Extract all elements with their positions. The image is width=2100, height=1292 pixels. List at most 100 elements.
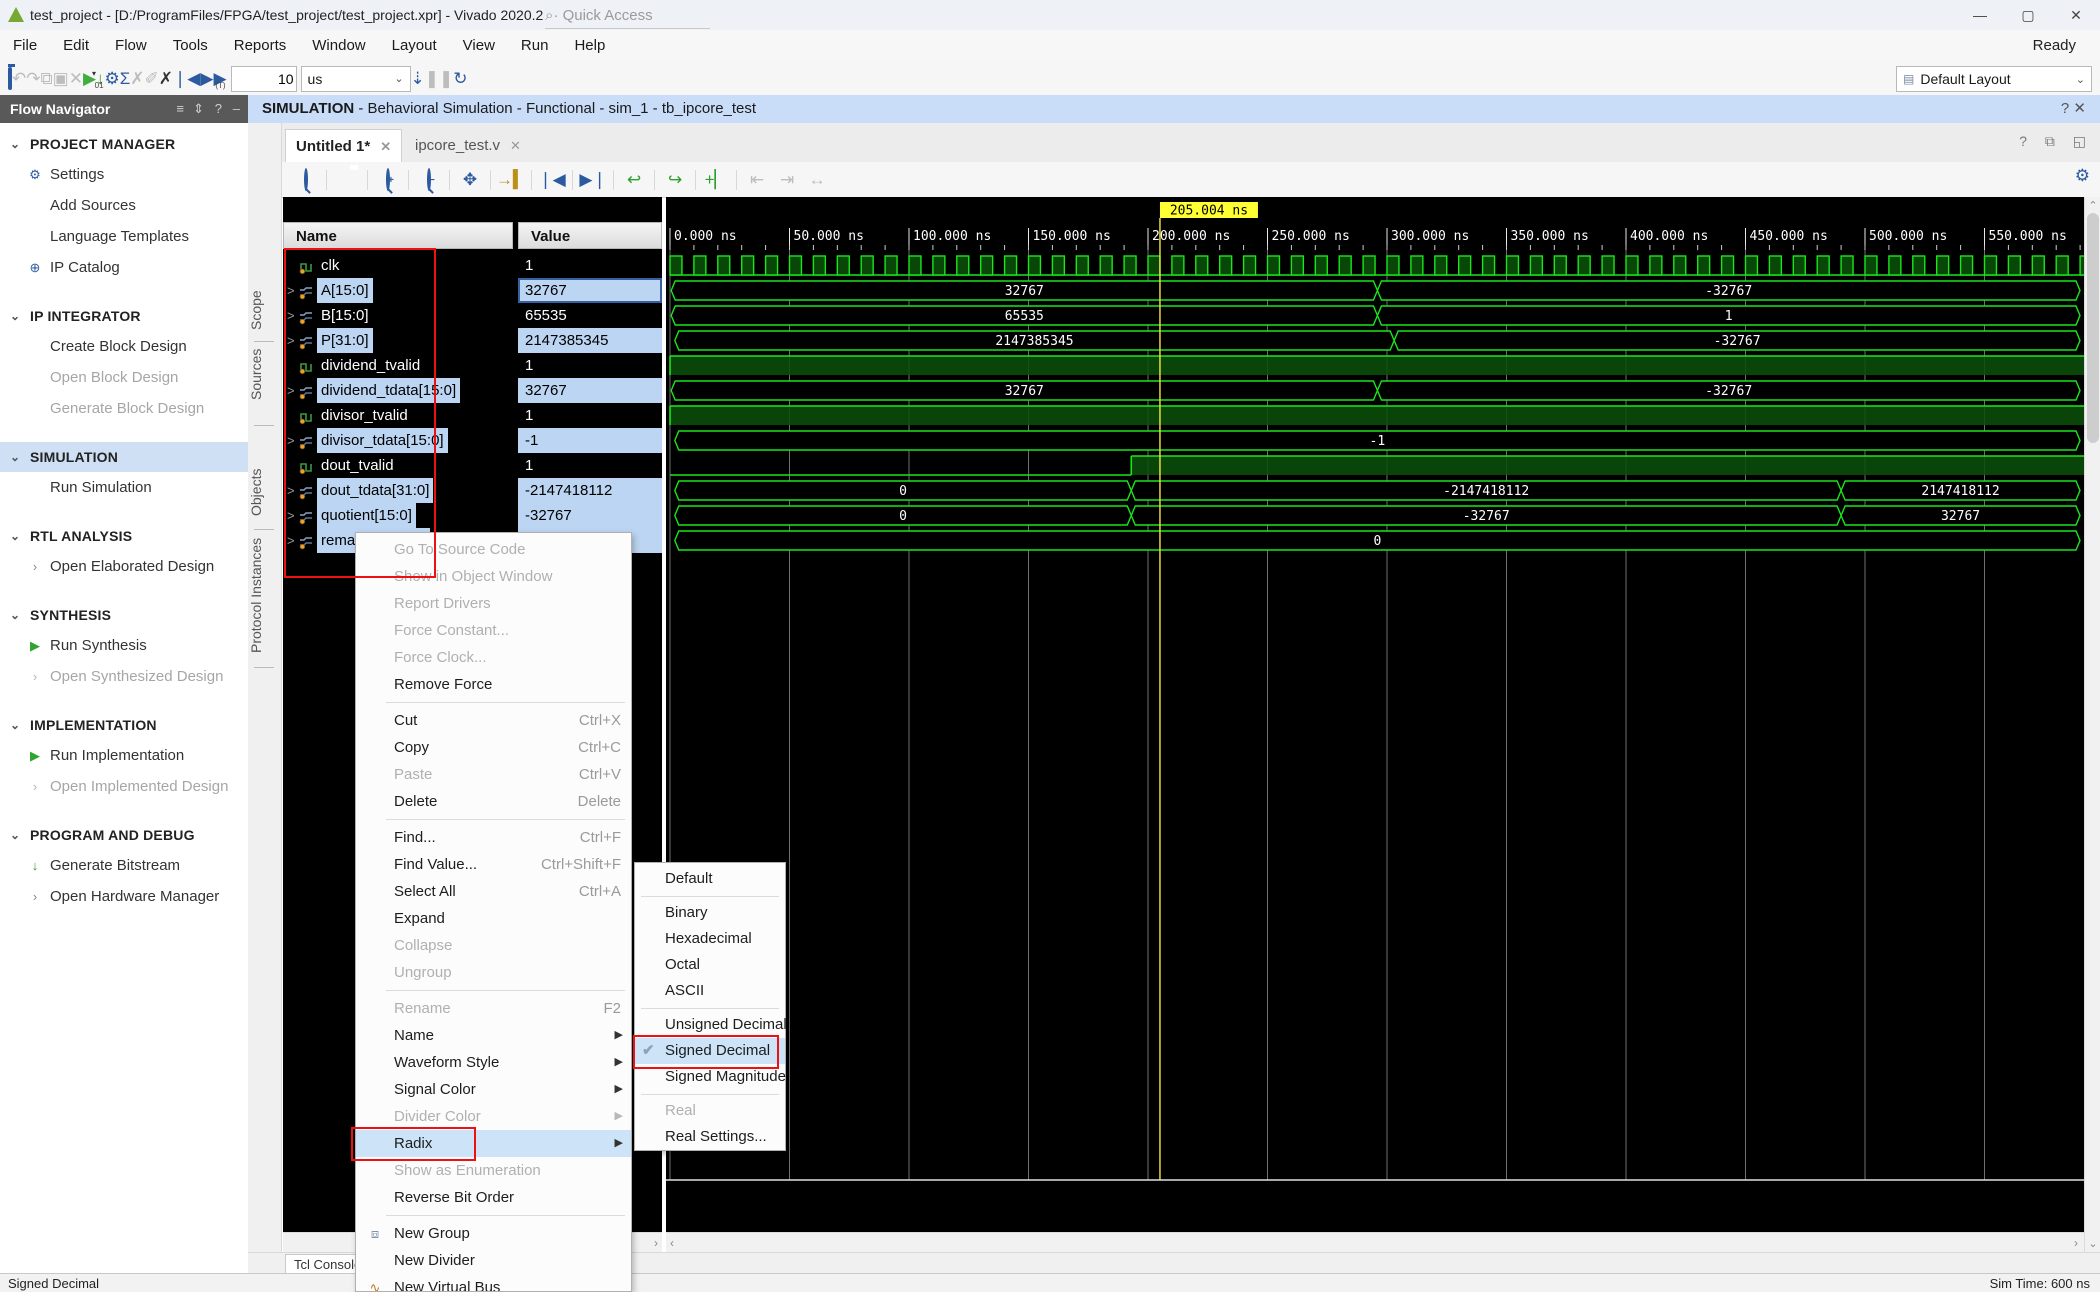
expand-collapse-icon[interactable]: ⇕	[193, 95, 204, 123]
menu-item-unsigned-decimal[interactable]: Unsigned Decimal	[635, 1012, 785, 1038]
break-icon[interactable]: ✗	[130, 69, 144, 88]
go-to-time-zero-icon[interactable]: ❘◀	[537, 165, 567, 194]
signal-value[interactable]: -2147418112	[518, 478, 662, 503]
swap-cursor-left-icon[interactable]: ⇤	[742, 165, 772, 194]
flow-section-ip-integrator[interactable]: ⌄IP INTEGRATOR	[0, 301, 248, 331]
help-icon[interactable]: ?	[2019, 133, 2027, 149]
expand-chevron-icon[interactable]: >	[287, 478, 295, 503]
flow-item-generate-bitstream[interactable]: ↓Generate Bitstream	[0, 850, 248, 881]
float-window-icon[interactable]: ⧉	[2045, 133, 2055, 149]
name-column-header[interactable]: Name	[283, 222, 513, 249]
tab-ipcore-test-v[interactable]: ipcore_test.v✕	[405, 129, 531, 162]
scroll-right-icon[interactable]: ›	[2074, 1233, 2078, 1253]
menu-item-new-group[interactable]: New Group⧈	[356, 1220, 631, 1247]
zoom-fit-icon[interactable]: ✥	[455, 165, 485, 194]
expand-chevron-icon[interactable]: >	[287, 278, 295, 303]
flow-item-open-elaborated-design[interactable]: ›Open Elaborated Design	[0, 551, 248, 582]
side-tab-protocol-instances[interactable]: Protocol Instances	[248, 535, 281, 655]
relaunch-icon[interactable]: ↻	[453, 69, 467, 88]
panel-close-icon[interactable]: ✕	[2073, 100, 2086, 117]
add-marker-icon[interactable]: +▏	[701, 165, 731, 194]
signal-name[interactable]: dout_tdata[31:0]	[317, 478, 433, 503]
zoom-out-icon[interactable]: −	[414, 165, 444, 194]
search-icon[interactable]	[291, 165, 321, 194]
step-icon[interactable]: ⇣	[411, 69, 425, 88]
menu-layout[interactable]: Layout	[379, 30, 450, 62]
menu-reports[interactable]: Reports	[221, 30, 300, 62]
close-tab-icon[interactable]: ✕	[510, 138, 521, 153]
span-markers-icon[interactable]: ↔	[802, 165, 832, 194]
flow-section-simulation[interactable]: ⌄SIMULATION	[0, 442, 248, 472]
signal-value[interactable]: -32767	[518, 503, 662, 528]
flow-item-settings[interactable]: ⚙Settings	[0, 159, 248, 190]
signal-value[interactable]: 1	[518, 253, 662, 278]
zoom-to-cursor-icon[interactable]: →▍	[496, 165, 526, 194]
expand-chevron-icon[interactable]: >	[287, 378, 295, 403]
menu-tools[interactable]: Tools	[160, 30, 221, 62]
close-tab-icon[interactable]: ✕	[380, 139, 391, 154]
signal-row-divisor-tdata[interactable]: >divisor_tdata[15:0]-1	[283, 428, 662, 453]
previous-transition-icon[interactable]: ↩	[619, 165, 649, 194]
save-waveform-icon[interactable]	[332, 165, 362, 194]
menu-item-hexadecimal[interactable]: Hexadecimal	[635, 926, 785, 952]
expand-chevron-icon[interactable]: >	[287, 528, 295, 553]
signal-name[interactable]: dividend_tdata[15:0]	[317, 378, 460, 403]
scroll-down-icon[interactable]: ⌄	[2085, 1237, 2100, 1250]
flow-item-generate-block-design[interactable]: Generate Block Design	[0, 393, 248, 424]
expand-chevron-icon[interactable]: >	[287, 503, 295, 528]
close-button[interactable]: ✕	[2052, 0, 2100, 30]
restart-icon[interactable]: ❘◀	[173, 69, 200, 88]
zoom-in-icon[interactable]: +	[373, 165, 403, 194]
menu-item-delete[interactable]: DeleteDelete	[356, 788, 631, 815]
run-time-input[interactable]	[231, 66, 297, 92]
signal-row-clk[interactable]: clk1	[283, 253, 662, 278]
signal-row-P[interactable]: >P[31:0]2147385345	[283, 328, 662, 353]
delete-icon[interactable]: ✕	[69, 69, 83, 88]
expand-chevron-icon[interactable]: >	[287, 328, 295, 353]
copy-icon[interactable]: ⧉	[41, 69, 53, 88]
menu-flow[interactable]: Flow	[102, 30, 160, 62]
signal-value[interactable]: 65535	[518, 303, 662, 328]
waveform-plot-area[interactable]: 0.000 ns50.000 ns100.000 ns150.000 ns200…	[666, 197, 2084, 1252]
time-unit-select[interactable]: us⌄	[301, 66, 411, 92]
signal-name[interactable]: B[15:0]	[317, 303, 373, 328]
menu-item-new-divider[interactable]: New Divider	[356, 1247, 631, 1274]
signal-value[interactable]: 2147385345	[518, 328, 662, 353]
scrollbar-thumb[interactable]	[2087, 213, 2099, 443]
scroll-right-icon[interactable]: ›	[654, 1233, 658, 1253]
signal-value[interactable]: 32767	[518, 278, 662, 303]
flow-section-synthesis[interactable]: ⌄SYNTHESIS	[0, 600, 248, 630]
signal-row-divisor-tvalid[interactable]: divisor_tvalid1	[283, 403, 662, 428]
menu-item-radix[interactable]: Radix▶	[356, 1130, 631, 1157]
flow-item-open-hardware-manager[interactable]: ›Open Hardware Manager	[0, 881, 248, 912]
signal-row-dout-tdata[interactable]: > dout_tdata[31:0] -2147418112	[283, 478, 662, 503]
flow-item-create-block-design[interactable]: Create Block Design	[0, 331, 248, 362]
minimize-panel-icon[interactable]: –	[233, 95, 240, 123]
flow-section-implementation[interactable]: ⌄IMPLEMENTATION	[0, 710, 248, 740]
signal-row-quotient[interactable]: >quotient[15:0]-32767	[283, 503, 662, 528]
expand-chevron-icon[interactable]: >	[287, 428, 295, 453]
signal-name[interactable]: dout_tvalid	[317, 453, 398, 478]
flow-item-run-synthesis[interactable]: ▶Run Synthesis	[0, 630, 248, 661]
generate-bitstream-icon[interactable]: ↓01	[96, 69, 105, 88]
tab-untitled-1[interactable]: Untitled 1*✕	[285, 129, 402, 163]
menu-item-binary[interactable]: Binary	[635, 900, 785, 926]
menu-item-name[interactable]: Name▶	[356, 1022, 631, 1049]
signal-value[interactable]: 1	[518, 453, 662, 478]
layout-select[interactable]: ▤ Default Layout⌄	[1896, 66, 2092, 92]
flow-item-language-templates[interactable]: Language Templates	[0, 221, 248, 252]
signal-name[interactable]: divisor_tvalid	[317, 403, 412, 428]
wave-hscrollbar[interactable]: ‹ ›	[666, 1232, 2084, 1253]
menu-view[interactable]: View	[450, 30, 508, 62]
pause-icon[interactable]: ❚❚	[425, 69, 454, 88]
next-transition-icon[interactable]: ↪	[660, 165, 690, 194]
side-tab-scope[interactable]: Scope	[248, 283, 281, 338]
signal-row-dividend-tdata[interactable]: >dividend_tdata[15:0]32767	[283, 378, 662, 403]
remove-all-forces-icon[interactable]: ✗	[159, 69, 173, 88]
waveform-settings-gear-icon[interactable]: ⚙	[2075, 166, 2090, 186]
signal-row-A[interactable]: >A[15:0]32767	[283, 278, 662, 303]
menu-file[interactable]: File	[0, 30, 50, 62]
menu-item-signed-decimal[interactable]: Signed Decimal✔	[635, 1038, 785, 1064]
expand-chevron-icon[interactable]: >	[287, 303, 295, 328]
flow-section-project-manager[interactable]: ⌄PROJECT MANAGER	[0, 129, 248, 159]
